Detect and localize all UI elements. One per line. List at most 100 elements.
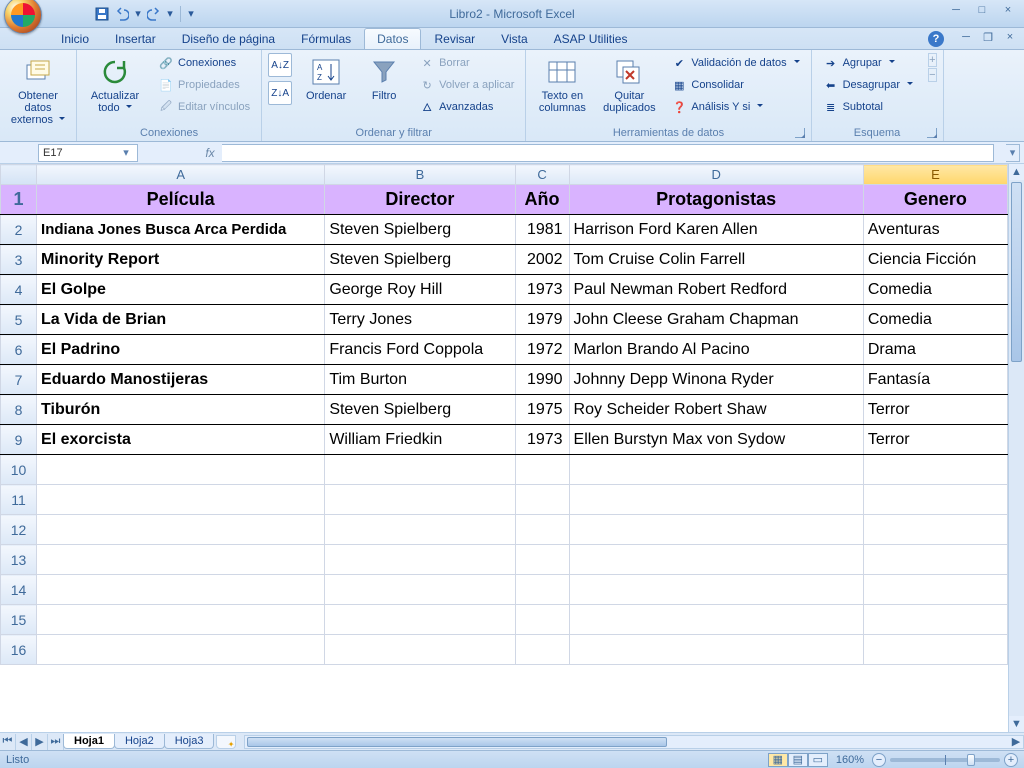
- get-external-data-button[interactable]: Obtener datos externos: [6, 53, 70, 129]
- zoom-in-button[interactable]: +: [1004, 753, 1018, 767]
- tab-asap-utilities[interactable]: ASAP Utilities: [541, 28, 641, 49]
- sort-desc-button[interactable]: Z↓A: [268, 81, 292, 105]
- cell[interactable]: Roy Scheider Robert Shaw: [569, 395, 863, 425]
- cell[interactable]: [569, 515, 863, 545]
- cell[interactable]: 1973: [515, 275, 569, 305]
- cell[interactable]: [863, 485, 1007, 515]
- header-cell[interactable]: Película: [37, 185, 325, 215]
- sheet-tab-hoja1[interactable]: Hoja1: [63, 734, 115, 749]
- row-header[interactable]: 12: [1, 515, 37, 545]
- workbook-minimize-button[interactable]: ─: [956, 30, 976, 44]
- formula-input[interactable]: [222, 144, 994, 162]
- cell[interactable]: Paul Newman Robert Redford: [569, 275, 863, 305]
- cell[interactable]: [37, 635, 325, 665]
- cell[interactable]: [325, 605, 515, 635]
- zoom-track[interactable]: [890, 758, 1000, 762]
- column-header-D[interactable]: D: [569, 165, 863, 185]
- row-header[interactable]: 14: [1, 575, 37, 605]
- sheet-nav-prev-icon[interactable]: ◀: [16, 734, 32, 750]
- cell[interactable]: Terry Jones: [325, 305, 515, 335]
- column-header-B[interactable]: B: [325, 165, 515, 185]
- cell[interactable]: Drama: [863, 335, 1007, 365]
- cell[interactable]: [325, 545, 515, 575]
- tab-insertar[interactable]: Insertar: [102, 28, 169, 49]
- cell[interactable]: Ciencia Ficción: [863, 245, 1007, 275]
- redo-dropdown-icon[interactable]: ▾: [166, 6, 174, 22]
- cell[interactable]: Eduardo Manostijeras: [37, 365, 325, 395]
- dialog-launcher-outline-icon[interactable]: [927, 128, 937, 138]
- cell[interactable]: Steven Spielberg: [325, 215, 515, 245]
- cell[interactable]: George Roy Hill: [325, 275, 515, 305]
- redo-icon[interactable]: [146, 6, 162, 22]
- cell[interactable]: [863, 515, 1007, 545]
- cell[interactable]: John Cleese Graham Chapman: [569, 305, 863, 335]
- cell[interactable]: 1975: [515, 395, 569, 425]
- cell[interactable]: [515, 635, 569, 665]
- cell[interactable]: [863, 545, 1007, 575]
- horizontal-scrollbar[interactable]: ◀ ▶: [244, 735, 1024, 749]
- scroll-right-icon[interactable]: ▶: [1009, 736, 1023, 748]
- tab-vista[interactable]: Vista: [488, 28, 540, 49]
- cell[interactable]: [37, 485, 325, 515]
- maximize-button[interactable]: □: [970, 2, 994, 18]
- subtotal-button[interactable]: ≣Subtotal: [818, 97, 918, 117]
- help-icon[interactable]: ?: [928, 31, 944, 47]
- sort-asc-button[interactable]: A↓Z: [268, 53, 292, 77]
- cell[interactable]: [515, 545, 569, 575]
- page-break-view-button[interactable]: ▭: [808, 753, 828, 767]
- cell[interactable]: [515, 605, 569, 635]
- normal-view-button[interactable]: ▦: [768, 753, 788, 767]
- cell[interactable]: [325, 575, 515, 605]
- page-layout-view-button[interactable]: ▤: [788, 753, 808, 767]
- row-header[interactable]: 4: [1, 275, 37, 305]
- fx-icon[interactable]: fx: [198, 146, 222, 160]
- cell[interactable]: El Padrino: [37, 335, 325, 365]
- cell[interactable]: Ellen Burstyn Max von Sydow: [569, 425, 863, 455]
- scroll-up-icon[interactable]: ▲: [1009, 164, 1024, 180]
- connections-button[interactable]: 🔗Conexiones: [153, 53, 255, 73]
- hide-detail-icon[interactable]: −: [928, 68, 936, 82]
- zoom-slider[interactable]: − +: [872, 753, 1018, 767]
- what-if-button[interactable]: ❓Análisis Y si: [666, 97, 804, 117]
- cell[interactable]: 2002: [515, 245, 569, 275]
- sheet-tab-hoja2[interactable]: Hoja2: [114, 734, 165, 749]
- cell[interactable]: [37, 515, 325, 545]
- tab-fórmulas[interactable]: Fórmulas: [288, 28, 364, 49]
- cell[interactable]: [37, 605, 325, 635]
- cell[interactable]: [515, 485, 569, 515]
- column-header-C[interactable]: C: [515, 165, 569, 185]
- office-button[interactable]: [4, 0, 42, 34]
- select-all-corner[interactable]: [1, 165, 37, 185]
- cell[interactable]: Terror: [863, 425, 1007, 455]
- cell[interactable]: El Golpe: [37, 275, 325, 305]
- remove-duplicates-button[interactable]: Quitar duplicados: [598, 53, 660, 117]
- row-header[interactable]: 13: [1, 545, 37, 575]
- tab-revisar[interactable]: Revisar: [421, 28, 488, 49]
- sheet-tab-hoja3[interactable]: Hoja3: [164, 734, 215, 749]
- cell[interactable]: [569, 575, 863, 605]
- filter-button[interactable]: Filtro: [360, 53, 408, 105]
- cell[interactable]: [863, 455, 1007, 485]
- hscroll-thumb[interactable]: [247, 737, 667, 747]
- cell[interactable]: Harrison Ford Karen Allen: [569, 215, 863, 245]
- consolidate-button[interactable]: ▦Consolidar: [666, 75, 804, 95]
- ungroup-button[interactable]: ⬅Desagrupar: [818, 75, 918, 95]
- refresh-all-button[interactable]: Actualizar todo: [83, 53, 147, 117]
- cell[interactable]: Steven Spielberg: [325, 395, 515, 425]
- sheet-nav-next-icon[interactable]: ▶: [32, 734, 48, 750]
- close-button[interactable]: ×: [996, 2, 1020, 18]
- row-header[interactable]: 11: [1, 485, 37, 515]
- header-cell[interactable]: Protagonistas: [569, 185, 863, 215]
- cell[interactable]: La Vida de Brian: [37, 305, 325, 335]
- cell[interactable]: Indiana Jones Busca Arca Perdida: [37, 215, 325, 245]
- sheet-nav-last-icon[interactable]: ⏭: [48, 734, 64, 750]
- cell[interactable]: 1990: [515, 365, 569, 395]
- cell[interactable]: [863, 575, 1007, 605]
- save-icon[interactable]: [94, 6, 110, 22]
- tab-inicio[interactable]: Inicio: [48, 28, 102, 49]
- column-header-A[interactable]: A: [37, 165, 325, 185]
- cell[interactable]: Fantasía: [863, 365, 1007, 395]
- sort-button[interactable]: AZ Ordenar: [298, 53, 354, 105]
- cell[interactable]: [569, 485, 863, 515]
- row-header[interactable]: 15: [1, 605, 37, 635]
